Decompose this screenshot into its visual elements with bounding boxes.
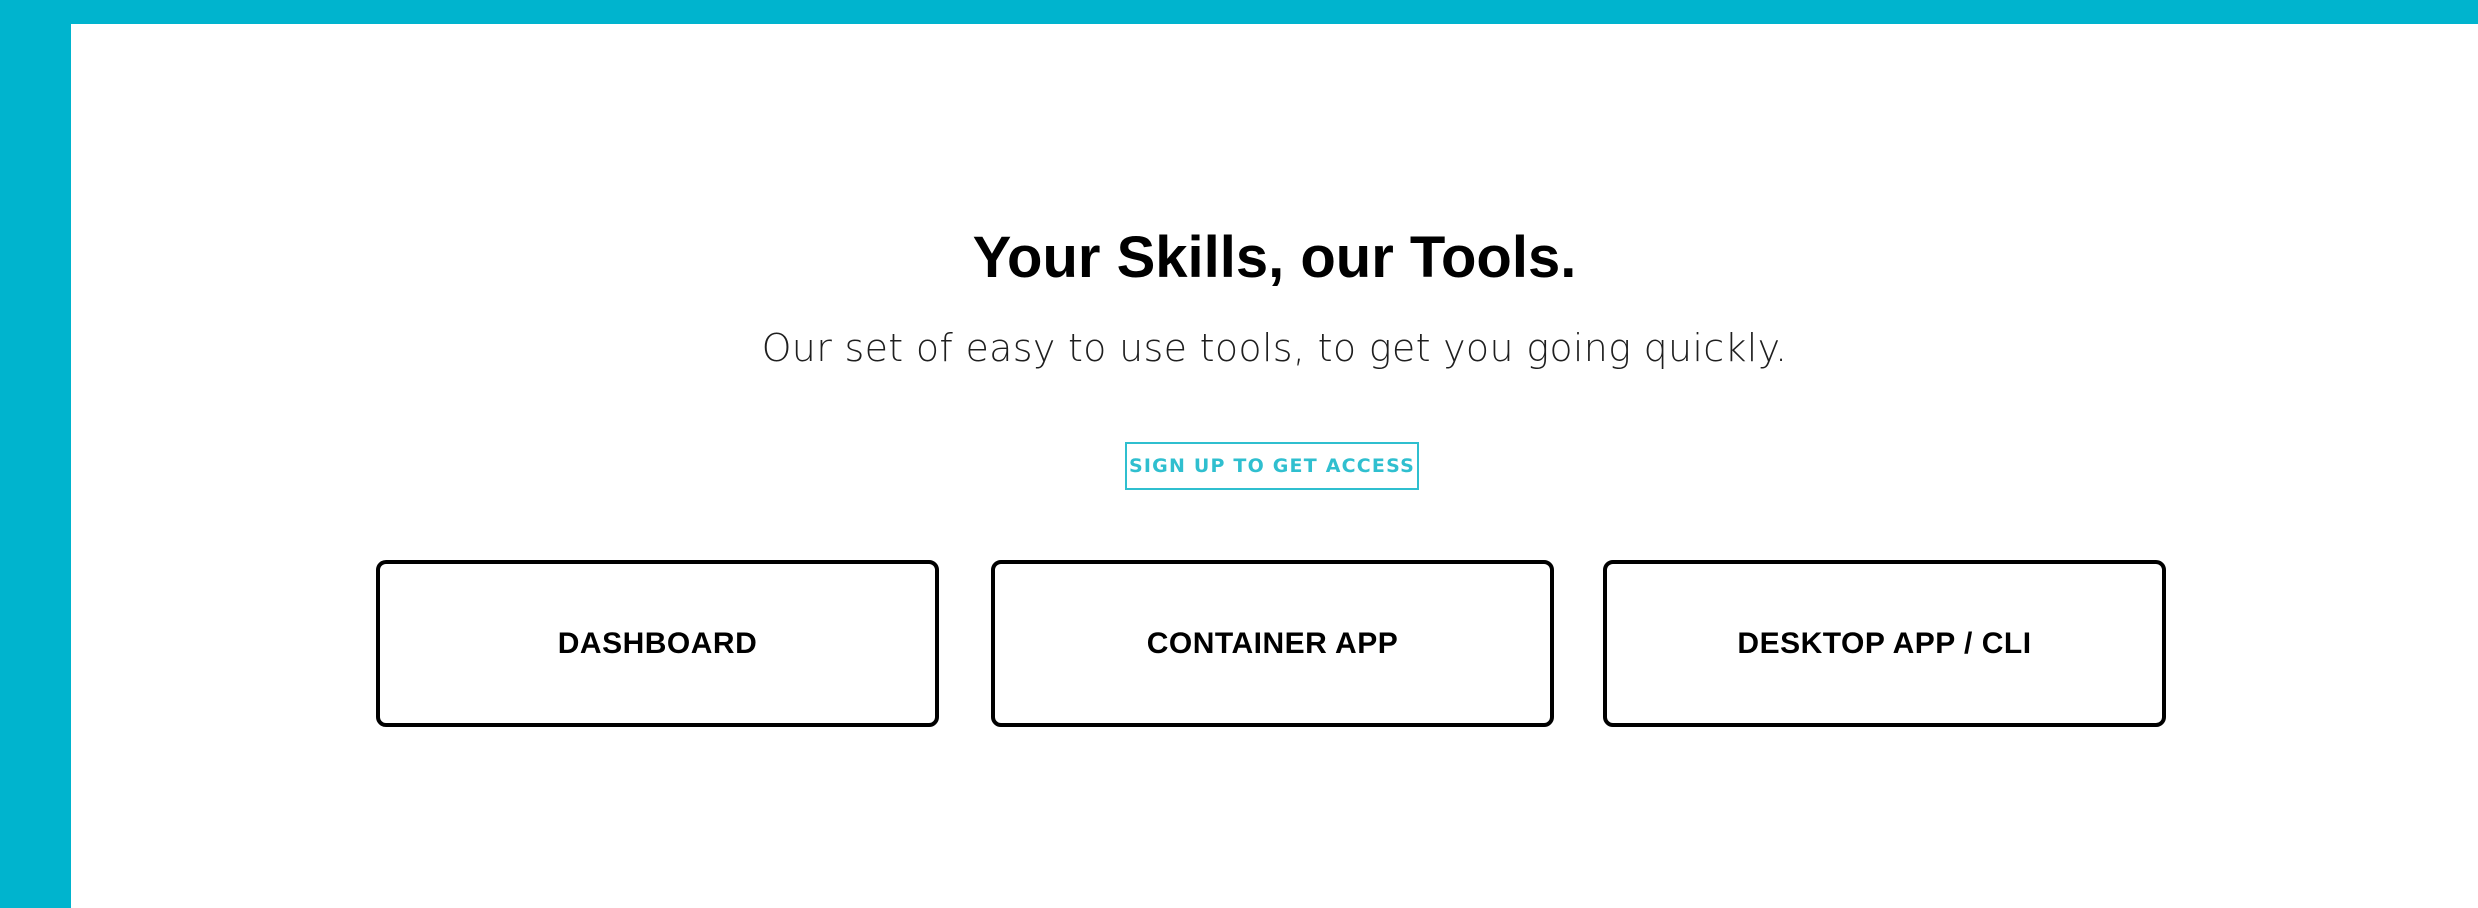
dashboard-label: DASHBOARD (557, 626, 758, 660)
desktop-app-cli-label: DESKTOP APP / CLI (1737, 626, 2032, 660)
sign-up-button[interactable]: SIGN UP TO GET ACCESS (1125, 442, 1419, 490)
container-app-label: CONTAINER APP (1146, 626, 1399, 660)
dashboard-button[interactable]: DASHBOARD (376, 560, 939, 727)
page-background: { "colors": { "frame_background": "#00b4… (0, 0, 2478, 908)
desktop-app-cli-button[interactable]: DESKTOP APP / CLI (1603, 560, 2166, 727)
page-subtitle: Our set of easy to use tools, to get you… (761, 326, 1788, 370)
page-title: Your Skills, our Tools. (972, 225, 1577, 290)
tools-section: Your Skills, our Tools. Our set of easy … (71, 24, 2478, 908)
main-panel: Your Skills, our Tools. Our set of easy … (71, 24, 2478, 908)
container-app-button[interactable]: CONTAINER APP (991, 560, 1554, 727)
